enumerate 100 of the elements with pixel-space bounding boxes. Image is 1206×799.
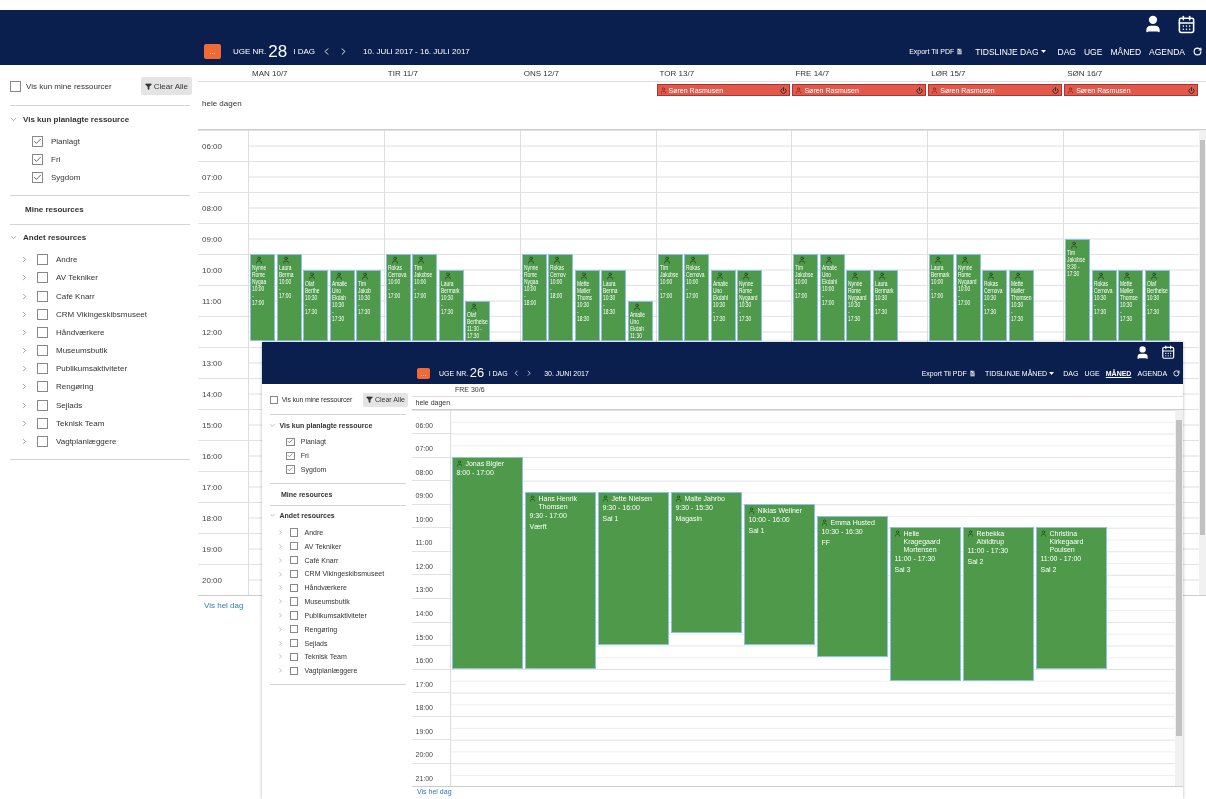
calendar-icon[interactable] (1177, 14, 1196, 34)
resource-label: Vagtplanlæggere (56, 437, 117, 447)
checkbox[interactable] (37, 381, 48, 393)
show-full-day-link[interactable]: Vis hel dag (198, 596, 244, 610)
hour-label: 08:00 (202, 204, 223, 213)
user-icon[interactable] (1135, 345, 1151, 361)
person-icon (748, 506, 756, 514)
document-icon (956, 48, 964, 55)
day-header: LØR 15/7 (931, 68, 966, 78)
resource-label: Sejlads (56, 400, 83, 410)
checkbox[interactable] (37, 290, 48, 302)
section-title[interactable]: Andet resources (23, 233, 87, 243)
hour-label: 19:00 (202, 545, 223, 554)
checkbox[interactable] (37, 399, 48, 411)
view-tab[interactable]: MÅNED (1110, 46, 1142, 57)
person-icon (742, 271, 751, 280)
person-icon (960, 256, 969, 264)
view-tab[interactable]: AGENDA (1149, 46, 1185, 57)
day-header: TOR 13/7 (659, 68, 695, 78)
section-title[interactable]: Mine resources (25, 205, 84, 215)
person-icon (894, 530, 902, 538)
checkbox[interactable] (37, 308, 48, 320)
resource-label: Museumsbutik (56, 346, 108, 356)
checkbox[interactable] (290, 666, 299, 675)
checkbox[interactable] (290, 528, 299, 537)
resource-label: AV Tekniker (56, 273, 98, 283)
refresh-icon[interactable] (1193, 47, 1202, 56)
week-label: UGE NR. (233, 47, 267, 56)
hour-label: 16:00 (202, 452, 223, 461)
person-icon (934, 256, 943, 264)
person-icon (798, 256, 807, 264)
checkbox[interactable] (37, 436, 48, 448)
refresh-icon[interactable] (1173, 370, 1180, 377)
checkbox[interactable] (290, 569, 299, 579)
person-icon (1040, 530, 1048, 538)
day-header: FRE 14/7 (795, 68, 830, 78)
hour-label: 20:00 (202, 576, 223, 585)
person-icon (390, 256, 399, 264)
filter-icon (365, 396, 373, 404)
checkbox-label: Vis kun mine ressourcer (26, 81, 112, 91)
person-icon (1096, 271, 1105, 280)
today-button[interactable]: I DAG (293, 47, 316, 56)
checkbox[interactable] (290, 583, 299, 592)
resource-label: Andre (56, 255, 78, 265)
person-icon (1149, 271, 1158, 280)
power-icon (1052, 86, 1060, 94)
scrollbar[interactable] (1175, 409, 1183, 787)
checkbox[interactable] (290, 597, 299, 606)
all-day-label: hele dagen (202, 100, 242, 108)
previous-icon[interactable] (512, 369, 521, 378)
checkbox[interactable] (37, 326, 48, 338)
checkbox[interactable] (286, 451, 295, 460)
checkbox[interactable] (290, 555, 299, 565)
hour-label: 15:00 (202, 421, 223, 430)
checkbox[interactable] (32, 171, 43, 183)
checkbox[interactable] (37, 345, 48, 357)
hour-label: 12:00 (202, 328, 223, 337)
day-header: SØN 16/7 (1067, 68, 1103, 78)
day-header: TIR 11/7 (387, 68, 418, 78)
resource-label: Publikumsaktiviteter (56, 364, 128, 374)
checkbox[interactable] (32, 135, 43, 147)
checkbox[interactable] (290, 611, 299, 620)
person-icon (675, 495, 683, 503)
checkbox[interactable] (286, 465, 295, 474)
person-icon (553, 256, 562, 264)
scrollbar[interactable] (1199, 130, 1206, 595)
calendar-icon[interactable] (1160, 345, 1176, 360)
caret-icon (1049, 372, 1055, 376)
checkbox[interactable] (290, 542, 299, 551)
filter-icon (144, 82, 152, 90)
next-icon[interactable] (525, 369, 534, 378)
checkbox[interactable] (37, 363, 48, 375)
view-tab[interactable]: UGE (1083, 46, 1103, 57)
week-number: 26 (469, 367, 485, 380)
person-icon (606, 271, 615, 280)
checkbox[interactable] (269, 395, 278, 404)
checkbox[interactable] (290, 652, 299, 662)
checkbox[interactable] (290, 638, 299, 648)
checkbox[interactable] (37, 417, 48, 429)
checkbox[interactable] (37, 272, 48, 284)
person-icon (470, 302, 479, 311)
person-icon (821, 518, 829, 526)
view-tab[interactable]: DAG (1057, 46, 1076, 57)
timeline-dropdown[interactable]: TIDSLINJE DAG (975, 46, 1046, 57)
resource-label: Café Knarr (56, 291, 95, 301)
person-icon (443, 271, 452, 280)
person-icon (1013, 271, 1022, 280)
clear-button[interactable]: Clear Alle (140, 77, 192, 95)
person-icon (662, 256, 671, 264)
checkbox[interactable] (290, 625, 299, 634)
section-title[interactable]: Vis kun planlagte ressource (23, 114, 130, 124)
hour-label: 09:00 (202, 235, 223, 244)
checkbox[interactable] (10, 80, 21, 92)
checkbox[interactable] (37, 254, 48, 266)
checkbox[interactable] (32, 153, 43, 165)
power-icon (916, 86, 924, 94)
checkbox[interactable] (286, 437, 295, 447)
user-icon[interactable] (1143, 14, 1163, 34)
person-icon (529, 495, 537, 503)
filter-label: Sygdom (51, 172, 81, 182)
